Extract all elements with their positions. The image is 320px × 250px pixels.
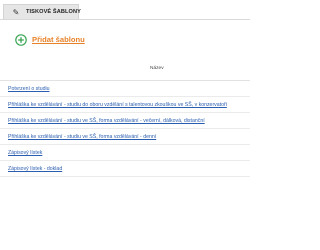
- template-link-prihlaska-denni[interactable]: Přihláška ke vzdělávání - studiu ve SŠ, …: [8, 134, 156, 140]
- table-row: Zápisový lístek: [0, 145, 250, 161]
- tab-tiskove-sablony[interactable]: ✎ TISKOVÉ ŠABLONY: [3, 4, 81, 20]
- add-template-label: Přidat šablonu: [32, 35, 85, 44]
- table-row: Přihláška ke vzdělávání - studiu ve SŠ, …: [0, 113, 250, 129]
- column-header-name[interactable]: Název: [150, 66, 164, 72]
- top-bar: ✎ TISKOVÉ ŠABLONY: [0, 0, 250, 20]
- table-row: Zápisový lístek - doklad: [0, 161, 250, 177]
- template-link-prihlaska-vecerni[interactable]: Přihláška ke vzdělávání - studiu ve SŠ, …: [8, 118, 205, 124]
- table-row: Přihláška ke vzdělávání - studiu ve SŠ, …: [0, 129, 250, 145]
- template-link-prihlaska-talentova[interactable]: Přihláška ke vzdělávání - studiu do obor…: [8, 102, 227, 108]
- template-link-zapisovy-listek[interactable]: Zápisový lístek: [8, 150, 42, 156]
- table-row: Potvrzení o studiu: [0, 81, 250, 97]
- plus-circle-icon: [15, 34, 27, 46]
- edit-icon: ✎: [12, 8, 20, 17]
- table-row: Přihláška ke vzdělávání - studiu do obor…: [0, 97, 250, 113]
- template-link-zapisovy-listek-doklad[interactable]: Zápisový lístek - doklad: [8, 166, 62, 172]
- tab-label: TISKOVÉ ŠABLONY: [26, 9, 81, 15]
- table-header: Název: [0, 58, 250, 81]
- template-link-potvrzeni[interactable]: Potvrzení o studiu: [8, 86, 50, 92]
- tab-divider: [0, 19, 250, 20]
